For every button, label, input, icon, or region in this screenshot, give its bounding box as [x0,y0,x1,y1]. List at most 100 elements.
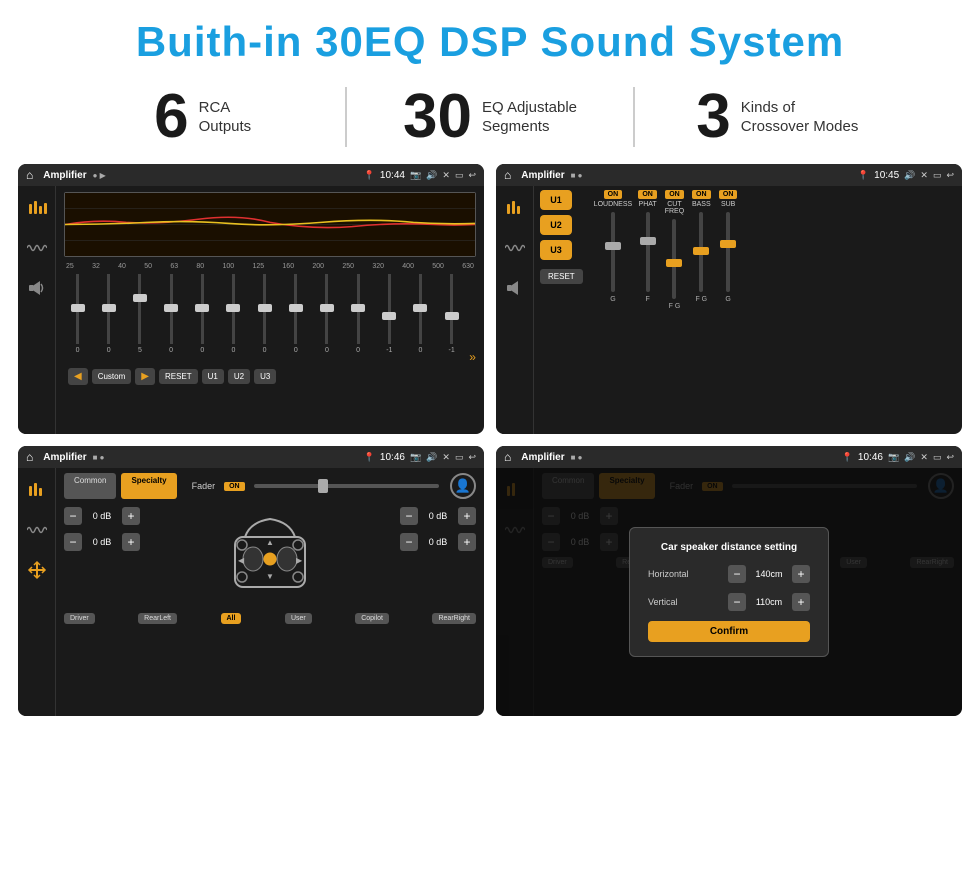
screen-dialog: ⌂ Amplifier ■ ● 📍 10:46 📷 🔊 ✕ ▭ ↩ [496,446,962,716]
eq-play-btn[interactable]: ▶ [135,368,155,385]
dialog-vertical-plus[interactable]: + [792,593,810,611]
amp-wave-icon[interactable] [501,234,529,262]
amp-close-icon[interactable]: ✕ [920,170,928,181]
eq-custom-btn[interactable]: Custom [92,369,132,384]
cross-copilot-btn[interactable]: User [285,613,312,624]
cross-vol3-plus[interactable]: + [458,507,476,525]
person-icon[interactable]: 👤 [450,473,476,499]
amp-speaker-icon[interactable] [501,274,529,302]
cross-vol4-plus[interactable]: + [458,533,476,551]
eq-slider-3[interactable]: 5 [126,274,153,364]
cross-wave-icon[interactable] [23,516,51,544]
eq-wave-icon[interactable] [23,234,51,262]
window-icon[interactable]: ▭ [455,170,464,181]
amp-loudness-slider[interactable] [611,212,615,292]
amp-phat-slider[interactable] [646,212,650,292]
stats-row: 6 RCAOutputs 30 EQ AdjustableSegments 3 … [0,76,980,164]
back-icon[interactable]: ↩ [468,170,476,181]
dialog-horizontal-minus[interactable]: − [728,565,746,583]
dialog-vertical-minus[interactable]: − [728,593,746,611]
dialog-home-icon[interactable]: ⌂ [504,450,511,464]
dialog-confirm-button[interactable]: Confirm [648,621,810,642]
cross-eq-icon[interactable] [23,476,51,504]
amp-sub-slider[interactable] [726,212,730,292]
eq-u1-btn[interactable]: U1 [202,369,224,384]
cross-vol4-minus[interactable]: − [400,533,418,551]
cross-all-btn[interactable]: All [221,613,242,624]
cross-vol2-plus[interactable]: + [122,533,140,551]
eq-prev-btn[interactable]: ◀ [68,368,88,385]
eq-slider-8[interactable]: 0 [282,274,309,364]
fader-track[interactable] [254,484,439,488]
cross-window-icon[interactable]: ▭ [455,452,464,463]
cross-arrows-icon[interactable] [23,556,51,584]
eq-slider-7[interactable]: 0 [251,274,278,364]
amp-dot-icons: ■ ● [571,171,583,180]
amp-presets: U1 U2 U3 RESET [540,190,583,310]
cross-close-icon[interactable]: ✕ [442,452,450,463]
amp-eq-icon[interactable] [501,194,529,222]
fader-on-badge[interactable]: ON [224,482,245,491]
cross-tab-specialty[interactable]: Specialty [121,473,176,499]
cross-vol1-minus[interactable]: − [64,507,82,525]
cross-driver-btn[interactable]: Driver [64,613,95,624]
amp-cutfreq-slider[interactable] [672,219,676,299]
eq-speaker-icon[interactable] [23,274,51,302]
amp-back-icon[interactable]: ↩ [946,170,954,181]
eq-slider-12[interactable]: 0 [407,274,434,364]
amp-bass-on[interactable]: ON [692,190,711,199]
dialog-horizontal-plus[interactable]: + [792,565,810,583]
eq-slider-5[interactable]: 0 [189,274,216,364]
eq-slider-1[interactable]: 0 [64,274,91,364]
amp-u1-btn[interactable]: U1 [540,190,572,210]
eq-slider-2[interactable]: 0 [95,274,122,364]
eq-reset-btn[interactable]: RESET [159,369,198,384]
amp-home-icon[interactable]: ⌂ [504,168,511,182]
eq-slider-10[interactable]: 0 [345,274,372,364]
amp-cutfreq-on[interactable]: ON [665,190,684,199]
cross-tabs: Common Specialty Fader ON 👤 [64,473,476,499]
dialog-vertical-control: − 110cm + [728,593,810,611]
stat-eq: 30 EQ AdjustableSegments [347,86,632,148]
cross-camera-icon: 📷 [410,452,421,463]
eq-slider-6[interactable]: 0 [220,274,247,364]
cross-vol2-minus[interactable]: − [64,533,82,551]
eq-slider-13[interactable]: -1 [438,274,465,364]
eq-slider-11[interactable]: -1 [376,274,403,364]
cross-vol1-plus[interactable]: + [122,507,140,525]
home-icon[interactable]: ⌂ [26,168,33,182]
eq-u3-btn[interactable]: U3 [254,369,276,384]
cross-rearleft-btn[interactable]: RearLeft [138,613,177,624]
dialog-back-icon[interactable]: ↩ [946,452,954,463]
amp-phat-on[interactable]: ON [638,190,657,199]
cross-rearright-btn[interactable]: Copilot [355,613,389,624]
cross-vol3-value: 0 dB [422,511,454,521]
amp-phat-label: PHAT [639,201,657,208]
close-icon[interactable]: ✕ [442,170,450,181]
eq-u2-btn[interactable]: U2 [228,369,250,384]
cross-home-icon[interactable]: ⌂ [26,450,33,464]
eq-equalizer-icon[interactable] [23,194,51,222]
cross-vol3-minus[interactable]: − [400,507,418,525]
amp-sub-on[interactable]: ON [719,190,738,199]
cross-topbar-title: Amplifier [43,452,86,463]
cross-back-icon[interactable]: ↩ [468,452,476,463]
dialog-close-icon[interactable]: ✕ [920,452,928,463]
amp-reset-btn[interactable]: RESET [540,269,583,284]
cross-tab-common[interactable]: Common [64,473,116,499]
eq-slider-9[interactable]: 0 [313,274,340,364]
dialog-vertical-value: 110cm [750,597,788,607]
amp-bass-slider[interactable] [699,212,703,292]
dialog-window-icon[interactable]: ▭ [933,452,942,463]
dialog-overlay: Car speaker distance setting Horizontal … [496,468,962,716]
cross-content: Common Specialty Fader ON 👤 − [18,468,484,716]
eq-more-icon[interactable]: » [469,350,476,364]
fader-thumb[interactable] [318,479,328,493]
amp-window-icon[interactable]: ▭ [933,170,942,181]
amp-loudness-on[interactable]: ON [604,190,623,199]
amp-u3-btn[interactable]: U3 [540,240,572,260]
eq-time: 10:44 [380,170,405,181]
amp-u2-btn[interactable]: U2 [540,215,572,235]
eq-slider-4[interactable]: 0 [158,274,185,364]
cross-user-btn[interactable]: RearRight [432,613,476,624]
